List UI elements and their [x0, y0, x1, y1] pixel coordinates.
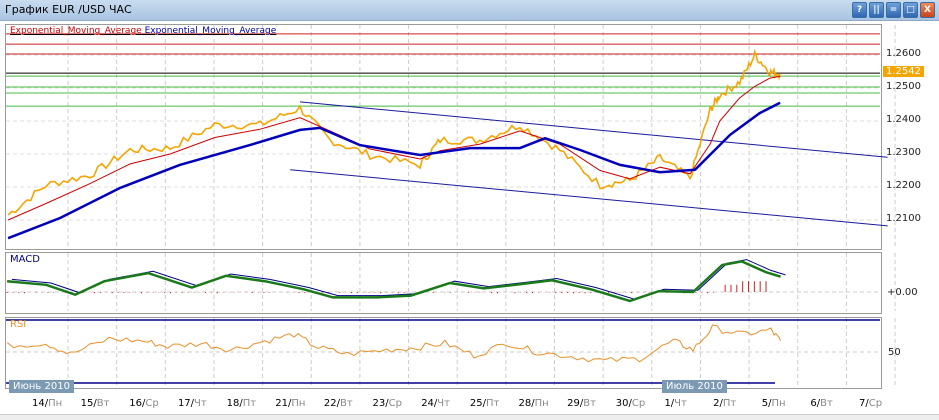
- price-axis-label: 1.2100: [886, 213, 921, 224]
- rsi-line: [6, 324, 782, 363]
- time-axis-label: 7/Ср: [859, 398, 883, 409]
- price-axis-label: 1.2200: [886, 180, 921, 191]
- price-axis-label: 1.2300: [886, 147, 921, 158]
- month-label-july: Июль 2010: [662, 380, 727, 393]
- time-axis-label: 21/Пн: [275, 398, 306, 409]
- macd-label: MACD: [10, 254, 40, 265]
- time-axis-label: 22/Вт: [323, 398, 353, 409]
- macd-zero-label: +0.00: [887, 287, 918, 298]
- time-axis-label: 28/Пн: [518, 398, 549, 409]
- time-axis-label: 29/Вт: [567, 398, 596, 409]
- indicator-legend: Exponential_Moving_Average Exponential_M…: [10, 26, 276, 36]
- price-axis-label: 1.2500: [886, 81, 921, 92]
- horizontal-scrollbar[interactable]: [0, 414, 939, 420]
- rsi-50-label: 50: [888, 347, 901, 358]
- time-axis-label: 14/Пн: [32, 398, 63, 409]
- time-axis-label: 23/Ср: [372, 398, 402, 409]
- price-axis-label: 1.2600: [886, 48, 921, 59]
- time-axis-label: 25/Пт: [469, 398, 500, 409]
- time-axis-label: 15/Вт: [80, 398, 110, 409]
- time-axis-label: 1/Чт: [664, 398, 687, 409]
- time-axis-label: 18/Пт: [226, 398, 257, 409]
- time-axis-label: 5/Пн: [761, 398, 786, 409]
- time-axis-label: 2/Пт: [713, 398, 737, 409]
- chart-canvas: [6, 25, 896, 386]
- time-axis-label: 24/Чт: [421, 398, 450, 409]
- time-axis-label: 17/Чт: [177, 398, 207, 409]
- month-label-june: Июнь 2010: [9, 380, 74, 393]
- legend-ema-red[interactable]: Exponential_Moving_Average: [10, 26, 142, 36]
- rsi-label: RSI: [10, 319, 27, 330]
- ema-blue-line: [7, 101, 781, 240]
- price-axis-label: 1.2400: [886, 114, 921, 125]
- legend-ema-blue[interactable]: Exponential_Moving_Average: [145, 26, 277, 36]
- current-price-tag: 1.2542: [883, 66, 924, 77]
- time-axis-label: 30/Ср: [615, 398, 646, 409]
- ema-red-line: [7, 75, 781, 221]
- time-axis-label: 6/Вт: [810, 398, 833, 409]
- time-axis-label: 16/Ср: [129, 398, 159, 409]
